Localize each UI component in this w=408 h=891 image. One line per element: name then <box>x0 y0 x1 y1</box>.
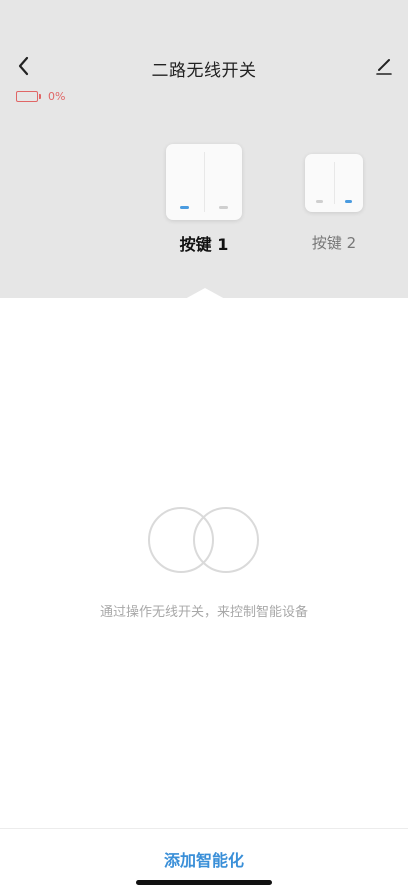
key-1-label: 按键 1 <box>179 235 229 254</box>
home-indicator <box>136 880 272 885</box>
battery-tip <box>39 94 41 99</box>
key-1-tab[interactable]: 按键 1 <box>166 144 242 255</box>
page-title: 二路无线开关 <box>151 61 257 81</box>
switch-divider <box>334 162 335 204</box>
switch-key-1-icon <box>166 144 242 220</box>
switch-key-2-icon <box>305 154 363 212</box>
footer-bar: 添加智能化 <box>0 828 408 891</box>
selection-pointer <box>185 288 225 299</box>
led-right-on <box>345 200 352 203</box>
pencil-icon <box>376 59 392 75</box>
empty-state-message: 通过操作无线开关，来控制智能设备 <box>99 605 308 620</box>
edit-button[interactable] <box>370 52 398 80</box>
key-2-label: 按键 2 <box>311 234 357 252</box>
add-automation-button[interactable]: 添加智能化 <box>130 847 278 871</box>
device-header: 二路无线开关 0% 按键 1 按键 2 <box>0 0 408 299</box>
battery-level: 0% <box>48 90 66 103</box>
key-2-tab[interactable]: 按键 2 <box>305 154 363 253</box>
battery-indicator: 0% <box>16 90 65 103</box>
led-left-off <box>316 200 323 203</box>
chevron-left-icon <box>18 56 29 76</box>
two-rings-icon <box>147 506 261 578</box>
switch-divider <box>204 152 205 212</box>
back-button[interactable] <box>10 52 38 80</box>
led-right-off <box>219 206 228 209</box>
battery-icon <box>16 91 38 102</box>
led-left-on <box>180 206 189 209</box>
